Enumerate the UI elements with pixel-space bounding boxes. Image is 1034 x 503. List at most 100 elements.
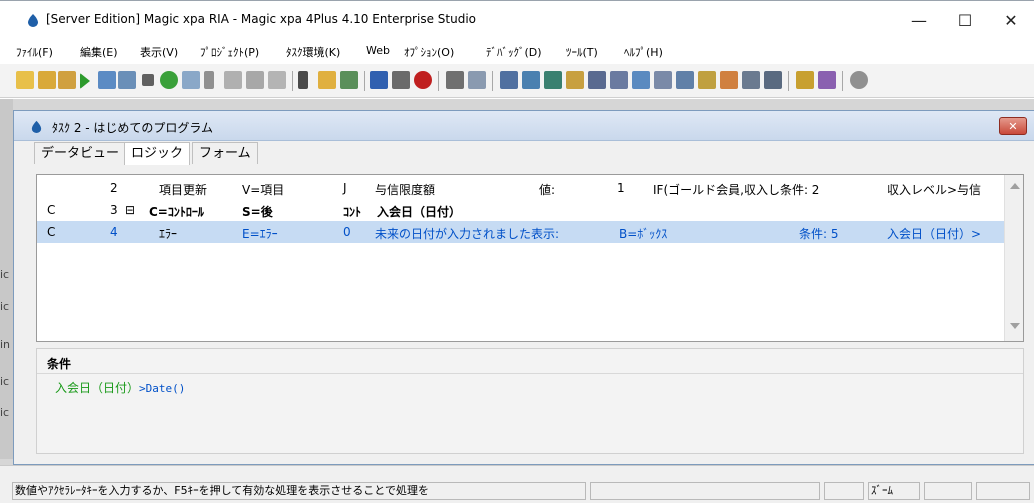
maximize-button[interactable]: ☐ bbox=[942, 6, 988, 34]
task-close-button[interactable]: ✕ bbox=[999, 117, 1027, 135]
form7-icon[interactable] bbox=[632, 71, 650, 89]
operation: C=ｺﾝﾄﾛｰﾙ bbox=[149, 205, 204, 219]
form4-icon[interactable] bbox=[566, 71, 584, 89]
row-type: C bbox=[47, 225, 56, 239]
tab-logic[interactable]: ロジック bbox=[124, 142, 191, 165]
side-fragment: ic bbox=[0, 406, 10, 419]
form2-icon[interactable] bbox=[522, 71, 540, 89]
grid2-icon[interactable] bbox=[246, 71, 264, 89]
user-key-icon[interactable] bbox=[796, 71, 814, 89]
op-expression: IF(ゴールド会員,収入し条件: 2 bbox=[653, 183, 820, 197]
task-window: ﾀｽｸ 2 - はじめてのプログラム ✕ データビュー ロジック フォーム 2 … bbox=[13, 110, 1034, 465]
magic-task-icon bbox=[31, 120, 42, 133]
form1-icon[interactable] bbox=[500, 71, 518, 89]
op-label: B=ﾎﾞｯｸｽ bbox=[619, 227, 668, 241]
settings-edit-icon[interactable] bbox=[818, 71, 836, 89]
list-icon[interactable] bbox=[468, 71, 486, 89]
logic-grid[interactable]: 2 項目更新 V=項目 J 与信限度額 値: 1 IF(ゴールド会員,収入し条件… bbox=[36, 174, 1024, 342]
device-icon[interactable] bbox=[298, 71, 308, 89]
menu-bar: ﾌｧｲﾙ(F) 編集(E) 表示(V) ﾌﾟﾛｼﾞｪｸﾄ(P) ﾀｽｸ環境(K)… bbox=[0, 38, 1034, 64]
menu-web[interactable]: Web bbox=[366, 44, 390, 57]
form9-icon[interactable] bbox=[676, 71, 694, 89]
open-folder-icon[interactable] bbox=[58, 71, 76, 89]
toolbar-separator bbox=[292, 71, 293, 91]
op-label: 値: bbox=[539, 183, 556, 197]
toolbar-separator bbox=[788, 71, 789, 91]
collapse-icon[interactable]: ⊟ bbox=[125, 203, 135, 217]
menu-help[interactable]: ﾍﾙﾌﾟ(H) bbox=[624, 44, 663, 60]
toolbar-separator bbox=[364, 71, 365, 91]
menu-debug[interactable]: ﾃﾞﾊﾞｯｸﾞ(D) bbox=[486, 44, 542, 60]
toolbar-separator bbox=[492, 71, 493, 91]
pause-icon[interactable] bbox=[204, 71, 214, 89]
toolbar-separator bbox=[438, 71, 439, 91]
op-target: 入会日（日付） bbox=[377, 205, 462, 219]
menu-file[interactable]: ﾌｧｲﾙ(F) bbox=[16, 44, 53, 60]
window-title: [Server Edition] Magic xpa RIA - Magic x… bbox=[46, 12, 476, 26]
grid1-icon[interactable] bbox=[224, 71, 242, 89]
table-row[interactable]: C 4 ｴﾗｰ E=ｴﾗｰ 0 未来の日付が入力されました表示: B=ﾎﾞｯｸｽ… bbox=[37, 221, 1005, 243]
scroll-down-icon[interactable] bbox=[1010, 323, 1020, 329]
menu-view[interactable]: 表示(V) bbox=[140, 44, 178, 60]
form11-icon[interactable] bbox=[742, 71, 760, 89]
run-icon[interactable] bbox=[80, 73, 90, 89]
table-row[interactable]: C 3 ⊟ C=ｺﾝﾄﾛｰﾙ S=後 ｺﾝﾄ 入会日（日付） bbox=[37, 199, 1005, 221]
preview-icon[interactable] bbox=[182, 71, 200, 89]
open-icon[interactable] bbox=[38, 71, 56, 89]
form6-icon[interactable] bbox=[610, 71, 628, 89]
expression-field: 入会日（日付） bbox=[55, 381, 140, 395]
task-window-titlebar: ﾀｽｸ 2 - はじめてのプログラム ✕ bbox=[14, 111, 1034, 141]
form8-icon[interactable] bbox=[654, 71, 672, 89]
row-number: 3 bbox=[110, 203, 118, 217]
op-param: E=ｴﾗｰ bbox=[242, 227, 278, 241]
menu-task-env[interactable]: ﾀｽｸ環境(K) bbox=[286, 44, 340, 60]
op-flag: ｺﾝﾄ bbox=[343, 205, 362, 219]
window-icon[interactable] bbox=[98, 71, 116, 89]
menu-project[interactable]: ﾌﾟﾛｼﾞｪｸﾄ(P) bbox=[200, 44, 259, 60]
minimize-button[interactable]: — bbox=[896, 6, 942, 34]
alert-icon[interactable] bbox=[414, 71, 432, 89]
op-target: 未来の日付が入力されました表示: bbox=[375, 227, 560, 241]
divider bbox=[37, 373, 1023, 374]
export-icon[interactable] bbox=[118, 71, 136, 89]
debug-icon[interactable] bbox=[160, 71, 178, 89]
menu-options[interactable]: ｵﾌﾟｼｮﾝ(O) bbox=[404, 44, 454, 60]
side-fragment: ic bbox=[0, 300, 10, 313]
grid3-icon[interactable] bbox=[268, 71, 286, 89]
op-condition: 入会日（日付）> bbox=[887, 227, 982, 241]
op-expression: 条件: 5 bbox=[799, 227, 839, 241]
form5-icon[interactable] bbox=[588, 71, 606, 89]
function-icon[interactable] bbox=[370, 71, 388, 89]
stop-icon[interactable] bbox=[142, 74, 154, 86]
op-flag: 0 bbox=[343, 225, 351, 239]
table-icon[interactable] bbox=[392, 71, 410, 89]
users-icon[interactable] bbox=[446, 71, 464, 89]
edit-icon[interactable] bbox=[720, 71, 738, 89]
op-param: S=後 bbox=[242, 205, 273, 219]
menu-edit[interactable]: 編集(E) bbox=[80, 44, 118, 60]
new-icon[interactable] bbox=[16, 71, 34, 89]
tab-dataview[interactable]: データビュー bbox=[34, 142, 127, 164]
gear-icon[interactable] bbox=[850, 71, 868, 89]
status-cell-empty bbox=[824, 482, 864, 500]
row-number: 2 bbox=[110, 181, 118, 195]
toolbar-separator bbox=[842, 71, 843, 91]
form10-icon[interactable] bbox=[698, 71, 716, 89]
side-fragment: in bbox=[0, 338, 11, 351]
condition-expression[interactable]: 入会日（日付）>Date() bbox=[55, 379, 185, 396]
close-button[interactable]: ✕ bbox=[988, 6, 1034, 34]
form3-icon[interactable] bbox=[544, 71, 562, 89]
menu-tools[interactable]: ﾂｰﾙ(T) bbox=[566, 44, 598, 60]
tree-icon[interactable] bbox=[340, 71, 358, 89]
side-fragment: ic bbox=[0, 375, 10, 388]
operation: 項目更新 bbox=[159, 183, 208, 197]
scroll-up-icon[interactable] bbox=[1010, 183, 1020, 189]
status-message: 数値やｱｸｾﾗﾚｰﾀｷｰを入力するか、F5ｷｰを押して有効な処理を表示させること… bbox=[12, 482, 586, 500]
wizard-icon[interactable] bbox=[318, 71, 336, 89]
table-row[interactable]: 2 項目更新 V=項目 J 与信限度額 値: 1 IF(ゴールド会員,収入し条件… bbox=[37, 177, 1005, 199]
expression-operator: >Date() bbox=[139, 382, 186, 395]
vertical-scrollbar[interactable] bbox=[1004, 175, 1023, 341]
form12-icon[interactable] bbox=[764, 71, 782, 89]
tab-form[interactable]: フォーム bbox=[192, 142, 258, 164]
operation: ｴﾗｰ bbox=[159, 227, 178, 241]
